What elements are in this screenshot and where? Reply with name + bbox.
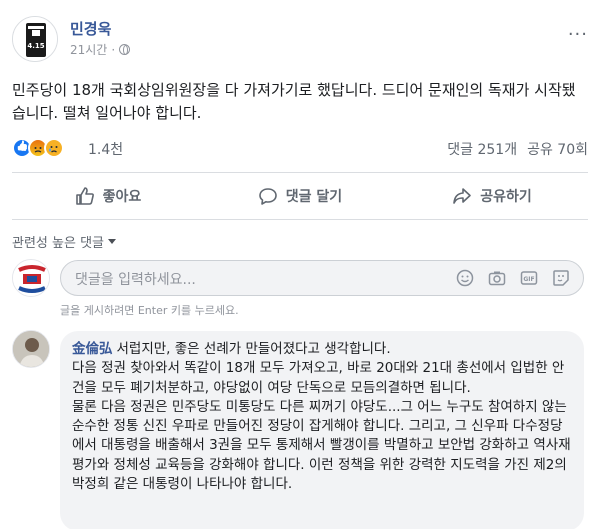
share-count[interactable]: 공유 70회	[527, 139, 588, 159]
post-stats: 댓글 251개 공유 70회	[447, 139, 588, 159]
comment-filter-label: 관련성 높은 댓글	[12, 236, 104, 251]
sad-reaction-icon	[44, 138, 64, 158]
camera-icon[interactable]	[487, 268, 507, 288]
caret-down-icon	[108, 239, 116, 244]
share-label: 공유하기	[480, 189, 532, 205]
reactions-bar: 1.4천 댓글 251개 공유 70회	[12, 136, 588, 160]
post-header: 4.15 민경욱 21시간 · ···	[12, 14, 588, 66]
badge-label: 4.15	[27, 42, 44, 50]
commenter-avatar[interactable]	[12, 330, 50, 368]
post-time[interactable]: 21시간	[70, 41, 107, 58]
party-logo-icon	[13, 260, 49, 296]
speech-bubble-icon	[258, 188, 277, 205]
post-meta: 21시간 ·	[70, 41, 131, 58]
globe-icon	[119, 44, 131, 55]
comment-filter-dropdown[interactable]: 관련성 높은 댓글	[12, 232, 116, 251]
comment-composer[interactable]: 댓글을 입력하세요... GIF	[60, 260, 584, 296]
share-button[interactable]: 공유하기	[396, 173, 588, 219]
sticker-icon[interactable]	[551, 268, 571, 288]
comment-bubble: 金倫弘 서럽지만, 좋은 선례가 만들어졌다고 생각합니다. 다음 정권 찾아와서…	[60, 331, 584, 529]
more-options-button[interactable]: ···	[568, 26, 588, 44]
thumbs-up-icon	[75, 187, 94, 205]
like-button[interactable]: 좋아요	[12, 173, 204, 219]
gif-icon[interactable]: GIF	[519, 268, 539, 288]
author-name[interactable]: 민경욱	[70, 18, 111, 39]
person-photo-icon	[13, 331, 49, 367]
comment-text: 서럽지만, 좋은 선례가 만들어졌다고 생각합니다. 다음 정권 찾아와서 똑같…	[72, 341, 571, 493]
like-label: 좋아요	[102, 189, 142, 205]
reaction-count[interactable]: 1.4천	[88, 139, 123, 159]
comment-input[interactable]: 댓글을 입력하세요...	[75, 269, 196, 289]
comment-count[interactable]: 댓글 251개	[447, 139, 517, 159]
share-arrow-icon	[453, 188, 472, 204]
emoji-icon[interactable]	[455, 268, 475, 288]
post-text: 민주당이 18개 국회상임위원장을 다 가져가기로 했답니다. 드디어 문재인의…	[12, 81, 576, 122]
comment-label: 댓글 달기	[285, 189, 343, 205]
comment-body: 金倫弘 서럽지만, 좋은 선례가 만들어졌다고 생각합니다. 다음 정권 찾아와서…	[72, 340, 572, 494]
comment-button[interactable]: 댓글 달기	[204, 173, 396, 219]
author-avatar[interactable]: 4.15	[12, 16, 58, 62]
reaction-icons[interactable]	[12, 138, 64, 158]
current-user-avatar[interactable]	[12, 259, 50, 297]
svg-text:GIF: GIF	[523, 276, 534, 283]
commenter-name[interactable]: 金倫弘	[72, 341, 113, 357]
action-bar: 좋아요 댓글 달기 공유하기	[12, 172, 588, 220]
memorial-badge-icon: 4.15	[13, 17, 57, 61]
composer-tools: GIF	[455, 268, 571, 288]
enter-hint: 글을 게시하려면 Enter 키를 누르세요.	[60, 304, 239, 317]
